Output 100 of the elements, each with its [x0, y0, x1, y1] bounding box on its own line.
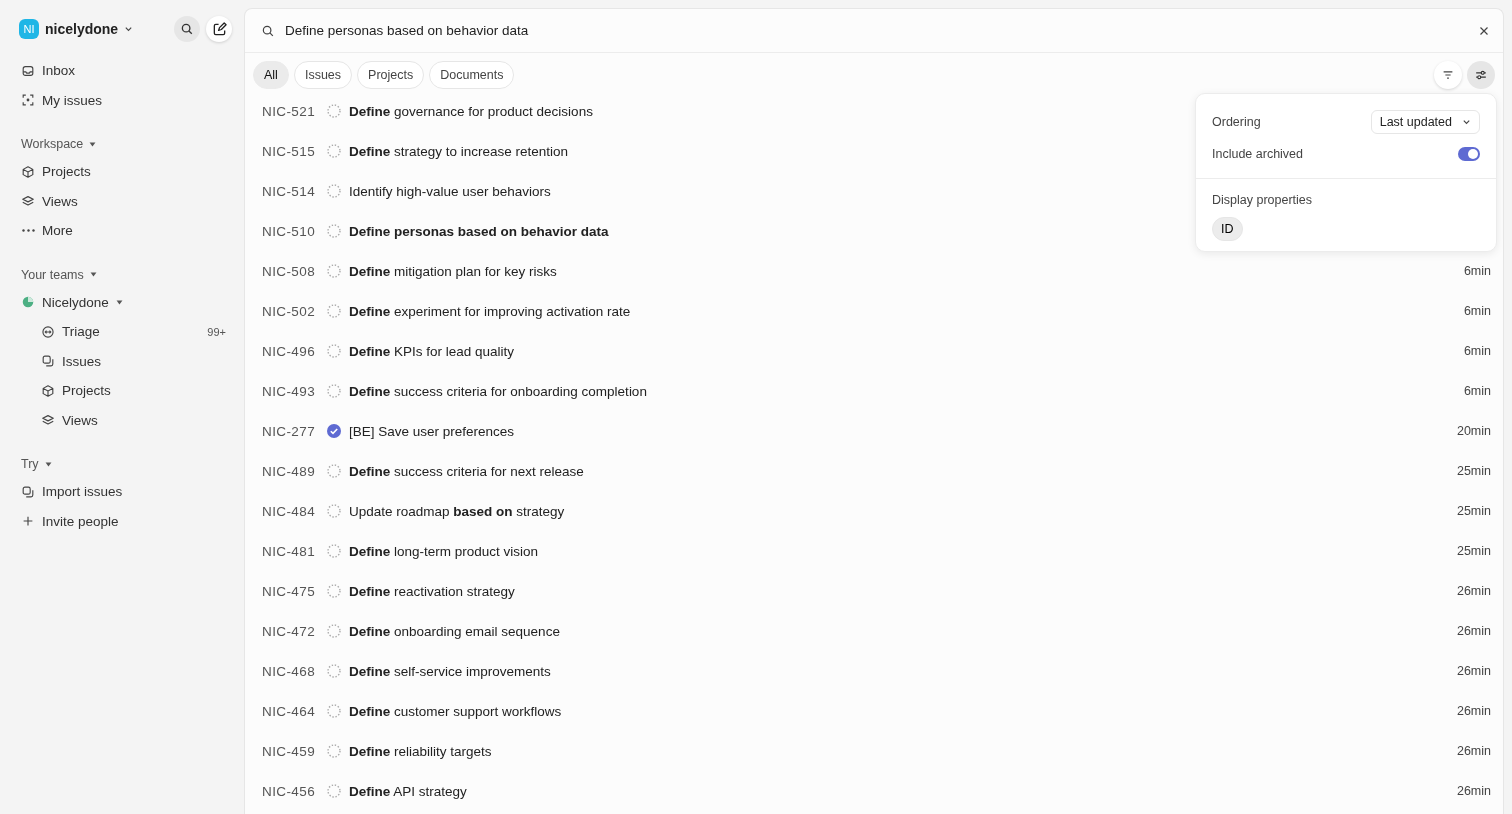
team-item[interactable]: Nicelydone: [12, 287, 232, 317]
property-chip[interactable]: ID: [1212, 217, 1243, 241]
copy-icon: [41, 354, 55, 369]
issue-id: NIC-489: [262, 463, 317, 479]
issue-id: NIC-508: [262, 263, 317, 279]
issue-title[interactable]: Define experiment for improving activation rate: [349, 303, 631, 319]
issue-id: NIC-514: [262, 183, 317, 199]
sliders-icon: [1474, 68, 1488, 82]
updated-time: 6min: [1463, 344, 1491, 358]
caret-icon: [115, 299, 123, 305]
updated-time: 25min: [1456, 544, 1491, 558]
issue-id: NIC-510: [262, 223, 317, 239]
issue-id: NIC-502: [262, 303, 317, 319]
ordering-dropdown[interactable]: Last updated: [1370, 110, 1480, 134]
updated-time: 26min: [1456, 784, 1491, 798]
issue-title[interactable]: Define governance for product decisions: [349, 103, 593, 119]
chevron-icon: [124, 26, 134, 32]
sidebar-item[interactable]: Inbox: [12, 56, 232, 86]
issue-id: NIC-277: [262, 423, 317, 439]
cube-icon: [21, 164, 35, 179]
workspace-name: nicelydone: [45, 21, 119, 37]
sidebar-item[interactable]: Projects: [12, 376, 232, 406]
issue-id: NIC-481: [262, 543, 317, 559]
issue-title[interactable]: Define reactivation strategy: [349, 583, 515, 599]
issue-title[interactable]: Define personas based on behavior data: [349, 223, 609, 239]
issue-title[interactable]: Define success criteria for next release: [349, 463, 584, 479]
issue-id: NIC-521: [262, 103, 317, 119]
issue-title[interactable]: [BE] Save user preferences: [349, 423, 515, 439]
section-header[interactable]: Workspace: [12, 131, 232, 157]
team-icon: [21, 295, 35, 310]
issue-id: NIC-472: [262, 623, 317, 639]
issue-title[interactable]: Define long-term product vision: [349, 543, 539, 559]
section-header[interactable]: Your teams: [12, 261, 232, 288]
updated-time: 26min: [1456, 744, 1491, 758]
more-icon: [21, 229, 35, 233]
workspace-switcher[interactable]: NI nicelydone: [12, 19, 168, 39]
issue-id: NIC-493: [262, 383, 317, 399]
search-field[interactable]: Define personas based on behavior data: [285, 23, 1467, 38]
sidebar-item[interactable]: Triage 99+: [12, 317, 232, 347]
triage-icon: [41, 324, 55, 339]
filter-tab[interactable]: Documents: [429, 61, 515, 89]
issue-id: NIC-459: [262, 743, 317, 759]
issue-title[interactable]: Identify high-value user behaviors: [349, 183, 551, 199]
updated-time: 25min: [1456, 464, 1491, 478]
new-issue-button[interactable]: [206, 16, 232, 42]
search-icon: [261, 23, 275, 38]
sidebar-item[interactable]: Views: [12, 405, 232, 435]
updated-time: 20min: [1456, 424, 1491, 438]
issue-id: NIC-456: [262, 783, 317, 799]
updated-time: 6min: [1463, 264, 1491, 278]
display-options-button[interactable]: [1467, 61, 1495, 89]
search-button[interactable]: [174, 16, 200, 42]
sidebar-item[interactable]: Projects: [12, 157, 232, 187]
issue-title[interactable]: Define customer support workflows: [349, 703, 562, 719]
count-label: 99+: [207, 325, 226, 338]
issue-title[interactable]: Define strategy to increase retention: [349, 143, 569, 159]
sidebar-item[interactable]: Views: [12, 186, 232, 216]
issue-title[interactable]: Update roadmap based on strategy: [349, 503, 565, 519]
sidebar-item[interactable]: Import issues: [12, 477, 232, 507]
updated-time: 26min: [1456, 704, 1491, 718]
filter-tab[interactable]: All: [253, 61, 289, 89]
filter-icon: [1441, 68, 1455, 82]
include-archived-label: Include archived: [1212, 147, 1304, 161]
updated-time: 6min: [1463, 384, 1491, 398]
filter-button[interactable]: [1434, 61, 1462, 89]
issue-id: NIC-515: [262, 143, 317, 159]
issue-title[interactable]: Define self-service improvements: [349, 663, 551, 679]
cube-icon: [41, 383, 55, 398]
sidebar-item[interactable]: Issues: [12, 346, 232, 376]
section-header[interactable]: Try: [12, 451, 232, 477]
issue-title[interactable]: Define onboarding email sequence: [349, 623, 560, 639]
updated-time: 26min: [1456, 584, 1491, 598]
inbox-icon: [21, 63, 35, 78]
sidebar-item[interactable]: My issues: [12, 85, 232, 115]
filter-tab[interactable]: Projects: [357, 61, 425, 89]
issue-title[interactable]: Define reliability targets: [349, 743, 492, 759]
caret-icon: [89, 141, 97, 147]
sidebar-item[interactable]: Invite people: [12, 506, 232, 536]
issue-id: NIC-475: [262, 583, 317, 599]
search-icon: [180, 22, 194, 36]
issue-title[interactable]: Define success criteria for onboarding completion: [349, 383, 647, 399]
issue-title[interactable]: Define mitigation plan for key risks: [349, 263, 557, 279]
updated-time: 26min: [1456, 664, 1491, 678]
caret-icon: [44, 461, 52, 467]
filter-tab[interactable]: Issues: [293, 61, 353, 89]
updated-time: 25min: [1456, 504, 1491, 518]
issue-title[interactable]: Define API strategy: [349, 783, 467, 799]
toggle-switch[interactable]: [1458, 147, 1480, 161]
issue-title[interactable]: Define KPIs for lead quality: [349, 343, 515, 359]
issue-id: NIC-468: [262, 663, 317, 679]
target-icon: [21, 93, 35, 108]
sidebar-item[interactable]: More: [12, 216, 232, 246]
issue-id: NIC-484: [262, 503, 317, 519]
compose-icon: [211, 21, 227, 37]
chevron-icon: [1462, 119, 1471, 125]
updated-time: 26min: [1456, 624, 1491, 638]
issue-id: NIC-464: [262, 703, 317, 719]
workspace-avatar: NI: [19, 19, 39, 39]
caret-icon: [89, 272, 97, 277]
issue-id: NIC-496: [262, 343, 317, 359]
